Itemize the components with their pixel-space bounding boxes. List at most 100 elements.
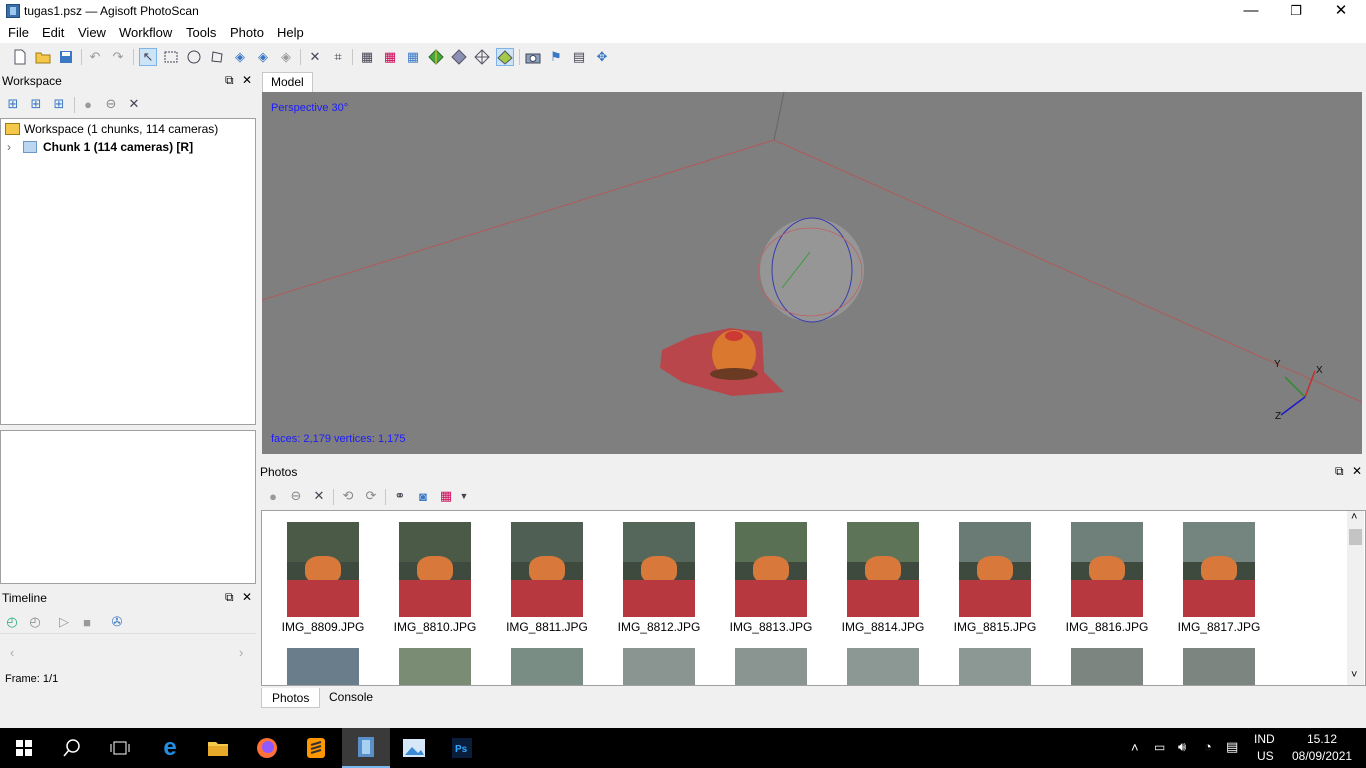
disable-cameras-icon[interactable]: ⊖ <box>102 95 120 113</box>
photoshop-icon[interactable]: Ps <box>438 728 486 768</box>
input-language-top[interactable]: IND <box>1254 732 1275 746</box>
menu-tools[interactable]: Tools <box>186 25 216 40</box>
view-mode-dropdown-icon[interactable]: ▼ <box>455 487 473 505</box>
menu-file[interactable]: File <box>8 25 29 40</box>
photo-thumbnail[interactable]: IMG_8809.JPG <box>282 522 364 634</box>
clock-time[interactable]: 15.12 <box>1307 732 1337 746</box>
dense-cloud-icon[interactable]: ▦ <box>404 48 422 66</box>
add-folder-icon[interactable]: ⊞ <box>50 95 68 113</box>
edge-browser-icon[interactable]: e <box>146 728 194 768</box>
search-icon[interactable] <box>48 728 96 768</box>
open-folder-icon[interactable] <box>34 48 52 66</box>
resize-region-icon[interactable]: ◈ <box>254 48 272 66</box>
markers-flag-icon[interactable]: ⚑ <box>547 48 565 66</box>
scroll-down-arrow-icon[interactable]: ˅ <box>1351 669 1357 681</box>
rotate-right-icon[interactable]: ⟳ <box>362 487 380 505</box>
restore-button[interactable]: ❐ <box>1273 0 1319 23</box>
camera-icon[interactable] <box>524 48 542 66</box>
undo-icon[interactable]: ↶ <box>86 48 104 66</box>
photo-thumbnail[interactable] <box>1071 648 1143 685</box>
point-cloud-icon[interactable]: ▦ <box>381 48 399 66</box>
tray-chevron-icon[interactable]: ˄ <box>1131 740 1139 755</box>
start-windows-icon[interactable] <box>0 728 48 768</box>
menu-help[interactable]: Help <box>277 25 304 40</box>
scroll-up-arrow-icon[interactable]: ˄ <box>1351 511 1357 523</box>
add-photos-icon[interactable]: ⊞ <box>27 95 45 113</box>
photos-app-icon[interactable] <box>390 728 438 768</box>
show-region-icon[interactable]: ▤ <box>570 48 588 66</box>
photo-thumbnail[interactable] <box>511 648 583 685</box>
photo-thumbnail[interactable]: IMG_8814.JPG <box>842 522 924 634</box>
photo-thumbnail[interactable]: IMG_8817.JPG <box>1178 522 1260 634</box>
rotate-left-icon[interactable]: ⟲ <box>339 487 357 505</box>
menu-view[interactable]: View <box>78 25 106 40</box>
photo-thumbnail[interactable]: IMG_8811.JPG <box>506 522 588 634</box>
workspace-root-row[interactable]: Workspace (1 chunks, 114 cameras) <box>5 122 218 136</box>
photo-thumbnail[interactable] <box>959 648 1031 685</box>
filter-binoculars-icon[interactable]: ⚭ <box>391 487 409 505</box>
close-panel-icon[interactable]: ✕ <box>242 73 252 87</box>
close-photos-icon[interactable]: ✕ <box>1352 464 1362 478</box>
timeline-settings-icon[interactable]: ✇ <box>108 613 126 631</box>
free-form-selection-icon[interactable] <box>208 48 226 66</box>
clock-date[interactable]: 08/09/2021 <box>1292 749 1352 763</box>
wireframe-model-icon[interactable] <box>473 48 491 66</box>
photo-thumbnail[interactable] <box>623 648 695 685</box>
float-photos-icon[interactable]: ⧉ <box>1335 464 1344 479</box>
photos-scrollbar[interactable]: ˄ ˅ <box>1347 511 1364 685</box>
tab-console[interactable]: Console <box>329 690 373 704</box>
menu-photo[interactable]: Photo <box>230 25 264 40</box>
scroll-thumb[interactable] <box>1349 529 1362 545</box>
redo-icon[interactable]: ↷ <box>109 48 127 66</box>
add-frame-icon[interactable]: ◴ <box>3 613 21 631</box>
remove-items-icon[interactable]: ✕ <box>125 95 143 113</box>
battery-icon[interactable]: ▭ <box>1154 740 1165 754</box>
photo-thumbnail[interactable] <box>1183 648 1255 685</box>
photo-thumbnail[interactable] <box>735 648 807 685</box>
photo-thumbnail[interactable]: IMG_8813.JPG <box>730 522 812 634</box>
file-explorer-icon[interactable] <box>194 728 242 768</box>
photoscan-taskbar-icon[interactable] <box>342 728 390 768</box>
notification-icon[interactable]: ▤ <box>1226 739 1238 755</box>
move-region-icon[interactable]: ◈ <box>231 48 249 66</box>
input-language-bottom[interactable]: US <box>1257 749 1274 763</box>
reset-view-icon[interactable]: ✥ <box>593 48 611 66</box>
timeline-slider[interactable]: ‹ › <box>6 645 250 660</box>
slider-left-arrow-icon[interactable]: ‹ <box>10 645 14 660</box>
solid-model-icon[interactable] <box>450 48 468 66</box>
chunk-row[interactable]: › Chunk 1 (114 cameras) [R] <box>7 140 193 154</box>
expand-arrow-icon[interactable]: › <box>7 140 11 154</box>
remove-photo-icon[interactable]: ✕ <box>310 487 328 505</box>
reset-filter-icon[interactable]: ◙ <box>414 487 432 505</box>
textured-model-icon[interactable] <box>496 48 514 66</box>
photo-thumbnail[interactable] <box>399 648 471 685</box>
photo-thumbnail[interactable] <box>847 648 919 685</box>
disable-photo-icon[interactable]: ⊖ <box>287 487 305 505</box>
photo-thumbnail[interactable]: IMG_8816.JPG <box>1066 522 1148 634</box>
float-panel-icon[interactable]: ⧉ <box>225 73 234 88</box>
close-button[interactable]: ✕ <box>1318 0 1364 23</box>
photo-thumbnail[interactable]: IMG_8810.JPG <box>394 522 476 634</box>
float-timeline-icon[interactable]: ⧉ <box>225 590 234 605</box>
menu-edit[interactable]: Edit <box>42 25 64 40</box>
save-icon[interactable] <box>57 48 75 66</box>
enable-photo-icon[interactable]: ● <box>264 487 282 505</box>
model-viewport[interactable]: Perspective 30° faces: 2,179 vertices: 1… <box>262 92 1362 454</box>
crop-selection-icon[interactable]: ⌗ <box>329 48 347 66</box>
volume-icon[interactable]: 🔊︎ <box>1178 739 1186 755</box>
new-file-icon[interactable] <box>11 48 29 66</box>
delete-selection-icon[interactable]: ✕ <box>306 48 324 66</box>
add-chunk-icon[interactable]: ⊞ <box>4 95 22 113</box>
play-icon[interactable]: ▷ <box>55 613 73 631</box>
stop-icon[interactable]: ■ <box>78 613 96 631</box>
firefox-icon[interactable] <box>243 728 291 768</box>
menu-workflow[interactable]: Workflow <box>119 25 172 40</box>
circle-selection-icon[interactable] <box>185 48 203 66</box>
navigation-cursor-icon[interactable]: ↖ <box>139 48 157 66</box>
wifi-icon[interactable]: ◔ <box>1204 739 1212 754</box>
slider-right-arrow-icon[interactable]: › <box>239 645 243 660</box>
task-view-icon[interactable] <box>96 728 144 768</box>
tab-model[interactable]: Model <box>262 72 313 92</box>
view-mode-icon[interactable]: ▦ <box>437 487 455 505</box>
enable-cameras-icon[interactable]: ● <box>79 95 97 113</box>
